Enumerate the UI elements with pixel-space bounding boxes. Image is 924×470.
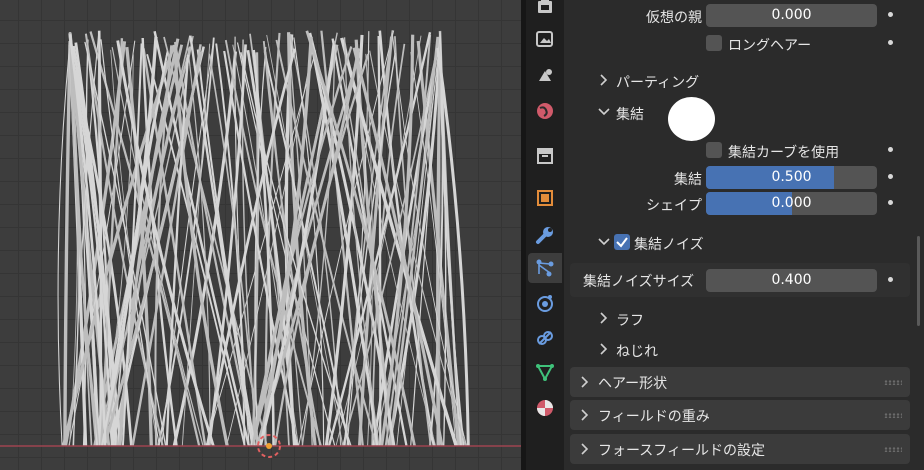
tab-collection[interactable] — [530, 140, 560, 170]
roughness-subpanel[interactable]: ラフ — [564, 305, 916, 333]
hair-shape-panel[interactable]: ヘアー形状 — [570, 367, 910, 397]
chevron-right-icon — [581, 409, 589, 421]
object-icon — [537, 190, 553, 206]
clumping-subpanel[interactable]: 集結 — [564, 99, 916, 127]
clump-row: 集結 0.500 — [564, 166, 916, 190]
virtual-parents-row: 仮想の親 0.000 — [564, 4, 916, 28]
clumping-title: 集結 — [616, 107, 644, 123]
chevron-down-icon — [598, 238, 610, 246]
tab-view-layer[interactable] — [530, 60, 560, 90]
object-data-icon — [536, 364, 554, 382]
clump-value: 0.500 — [771, 169, 812, 185]
hair-shape-title: ヘアー形状 — [598, 376, 668, 392]
long-hair-label: ロングヘアー — [728, 38, 812, 54]
clump-noise-size-row: 集結ノイズサイズ 0.400 — [570, 263, 910, 297]
tab-object[interactable] — [530, 183, 560, 213]
chevron-right-icon — [600, 343, 608, 355]
tab-scene[interactable] — [530, 96, 560, 126]
view-layer-icon — [539, 69, 552, 81]
kink-title: ねじれ — [616, 344, 658, 360]
3d-viewport[interactable] — [0, 0, 521, 470]
force-field-settings-panel[interactable]: フォースフィールドの設定 — [570, 434, 910, 464]
clump-noise-checkbox[interactable] — [614, 234, 630, 250]
keyframe-dot-icon[interactable] — [888, 200, 893, 205]
virtual-parents-value: 0.000 — [771, 7, 812, 23]
chevron-down-icon — [598, 108, 610, 116]
properties-scrollbar[interactable] — [917, 236, 920, 326]
shape-row: シェイプ 0.000 — [564, 192, 916, 216]
tab-modifiers[interactable] — [530, 220, 560, 250]
material-icon — [537, 400, 553, 416]
clump-noise-size-value: 0.400 — [771, 272, 812, 288]
collection-icon — [537, 148, 553, 164]
force-field-settings-title: フォースフィールドの設定 — [598, 443, 766, 459]
keyframe-dot-icon[interactable] — [888, 12, 893, 17]
clump-noise-title: 集結ノイズ — [634, 237, 704, 253]
checkmark-icon — [616, 237, 628, 248]
scene-icon — [537, 103, 553, 119]
drag-handle-icon[interactable] — [884, 380, 902, 385]
long-hair-row: ロングヘアー — [564, 32, 916, 56]
keyframe-dot-icon[interactable] — [888, 147, 893, 152]
keyframe-dot-icon[interactable] — [888, 40, 893, 45]
shape-slider[interactable]: 0.000 — [706, 192, 877, 215]
tab-object-data[interactable] — [530, 357, 560, 387]
particles-icon — [536, 259, 554, 277]
tab-material[interactable] — [530, 393, 560, 423]
physics-icon — [537, 295, 553, 312]
hair-strand — [63, 44, 72, 447]
kink-subpanel[interactable]: ねじれ — [564, 336, 916, 364]
drag-handle-icon[interactable] — [884, 447, 902, 452]
clump-noise-subpanel[interactable]: 集結ノイズ — [564, 229, 916, 257]
output-icon — [536, 31, 553, 47]
keyframe-dot-icon[interactable] — [888, 277, 893, 282]
chevron-right-icon — [581, 376, 589, 388]
tab-constraints[interactable] — [530, 323, 560, 353]
use-clump-curve-label: 集結カーブを使用 — [728, 145, 840, 161]
drag-handle-icon[interactable] — [884, 413, 902, 418]
render-icon — [538, 0, 552, 13]
chevron-right-icon — [581, 443, 589, 455]
chevron-right-icon — [600, 312, 608, 324]
shape-label: シェイプ — [646, 198, 702, 214]
parting-subpanel[interactable]: パーティング — [564, 67, 916, 95]
field-weights-panel[interactable]: フィールドの重み — [570, 400, 910, 430]
virtual-parents-field[interactable]: 0.000 — [706, 4, 877, 27]
properties-tab-bar — [526, 0, 564, 470]
constraints-icon — [537, 331, 553, 345]
tab-output[interactable] — [530, 24, 560, 54]
long-hair-checkbox[interactable] — [706, 35, 722, 51]
use-clump-curve-checkbox[interactable] — [706, 142, 722, 158]
clump-label: 集結 — [674, 172, 702, 188]
clump-slider[interactable]: 0.500 — [706, 166, 877, 189]
clump-noise-size-field[interactable]: 0.400 — [706, 269, 877, 292]
hair-strands — [0, 30, 521, 458]
clump-noise-size-label: 集結ノイズサイズ — [583, 274, 695, 290]
field-weights-title: フィールドの重み — [598, 409, 710, 425]
parting-title: パーティング — [616, 75, 700, 91]
properties-panel: 仮想の親 0.000 ロングヘアー パーティング 集結 集結カーブを使用 集結 … — [564, 0, 924, 470]
chevron-right-icon — [600, 74, 608, 86]
modifier-icon — [536, 227, 553, 244]
roughness-title: ラフ — [616, 313, 644, 329]
tab-render[interactable] — [530, 0, 560, 22]
virtual-parents-label: 仮想の親 — [646, 10, 702, 26]
use-clump-curve-row: 集結カーブを使用 — [564, 139, 916, 163]
shape-value: 0.000 — [771, 195, 812, 211]
keyframe-dot-icon[interactable] — [888, 174, 893, 179]
tab-physics[interactable] — [530, 288, 560, 318]
cursor-highlight — [668, 97, 715, 141]
tab-particles[interactable] — [528, 253, 562, 283]
